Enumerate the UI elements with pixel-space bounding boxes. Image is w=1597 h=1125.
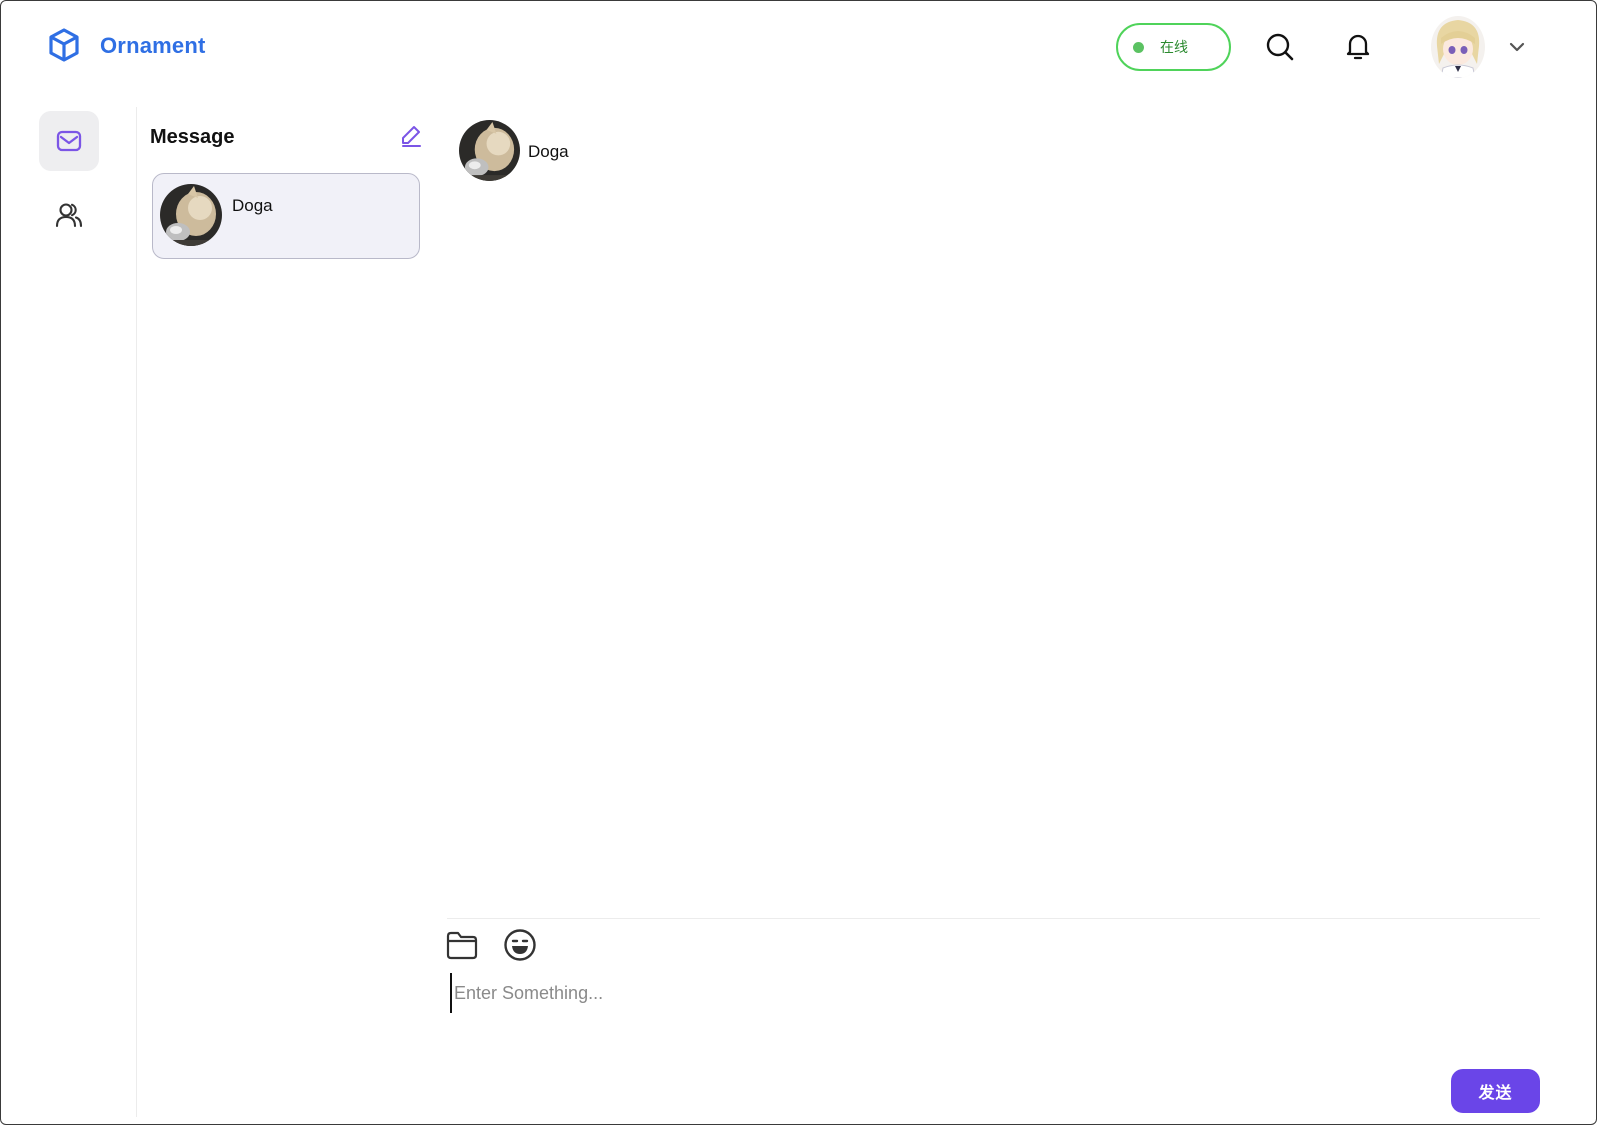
chat-contact-avatar[interactable] [459,120,520,181]
chat-contact-name: Doga [528,142,569,161]
nav-item-messages[interactable] [39,111,99,171]
online-status-label: 在线 [1160,39,1188,55]
message-input[interactable] [450,973,1530,1013]
online-dot-icon [1133,41,1144,53]
contact-avatar [160,184,222,246]
conversation-item[interactable]: Doga [152,173,420,259]
nav-item-contacts[interactable] [39,185,99,245]
top-header: Ornament 在线 [1,1,1596,93]
cube-logo-icon[interactable] [47,27,81,63]
chevron-down-icon[interactable] [1507,37,1527,57]
users-icon [55,203,83,228]
mail-icon [56,130,82,152]
online-status-toggle[interactable]: 在线 [1116,23,1231,71]
conversation-contact-name: Doga [232,196,273,215]
composer-divider [447,918,1540,919]
conversation-list-panel: Message Doga [137,107,429,1117]
conversation-list-title: Message [150,126,235,148]
bell-icon[interactable] [1343,31,1373,61]
search-icon[interactable] [1265,32,1295,62]
user-avatar[interactable] [1431,16,1485,78]
emoji-icon[interactable] [503,928,537,962]
app-window: Ornament 在线 Message Doga Doga Enter Some… [0,0,1597,1125]
send-button[interactable]: 发送 [1451,1069,1540,1113]
nav-rail [1,93,136,1124]
folder-icon[interactable] [445,928,479,962]
brand-name[interactable]: Ornament [100,33,206,59]
compose-edit-icon[interactable] [399,123,423,147]
